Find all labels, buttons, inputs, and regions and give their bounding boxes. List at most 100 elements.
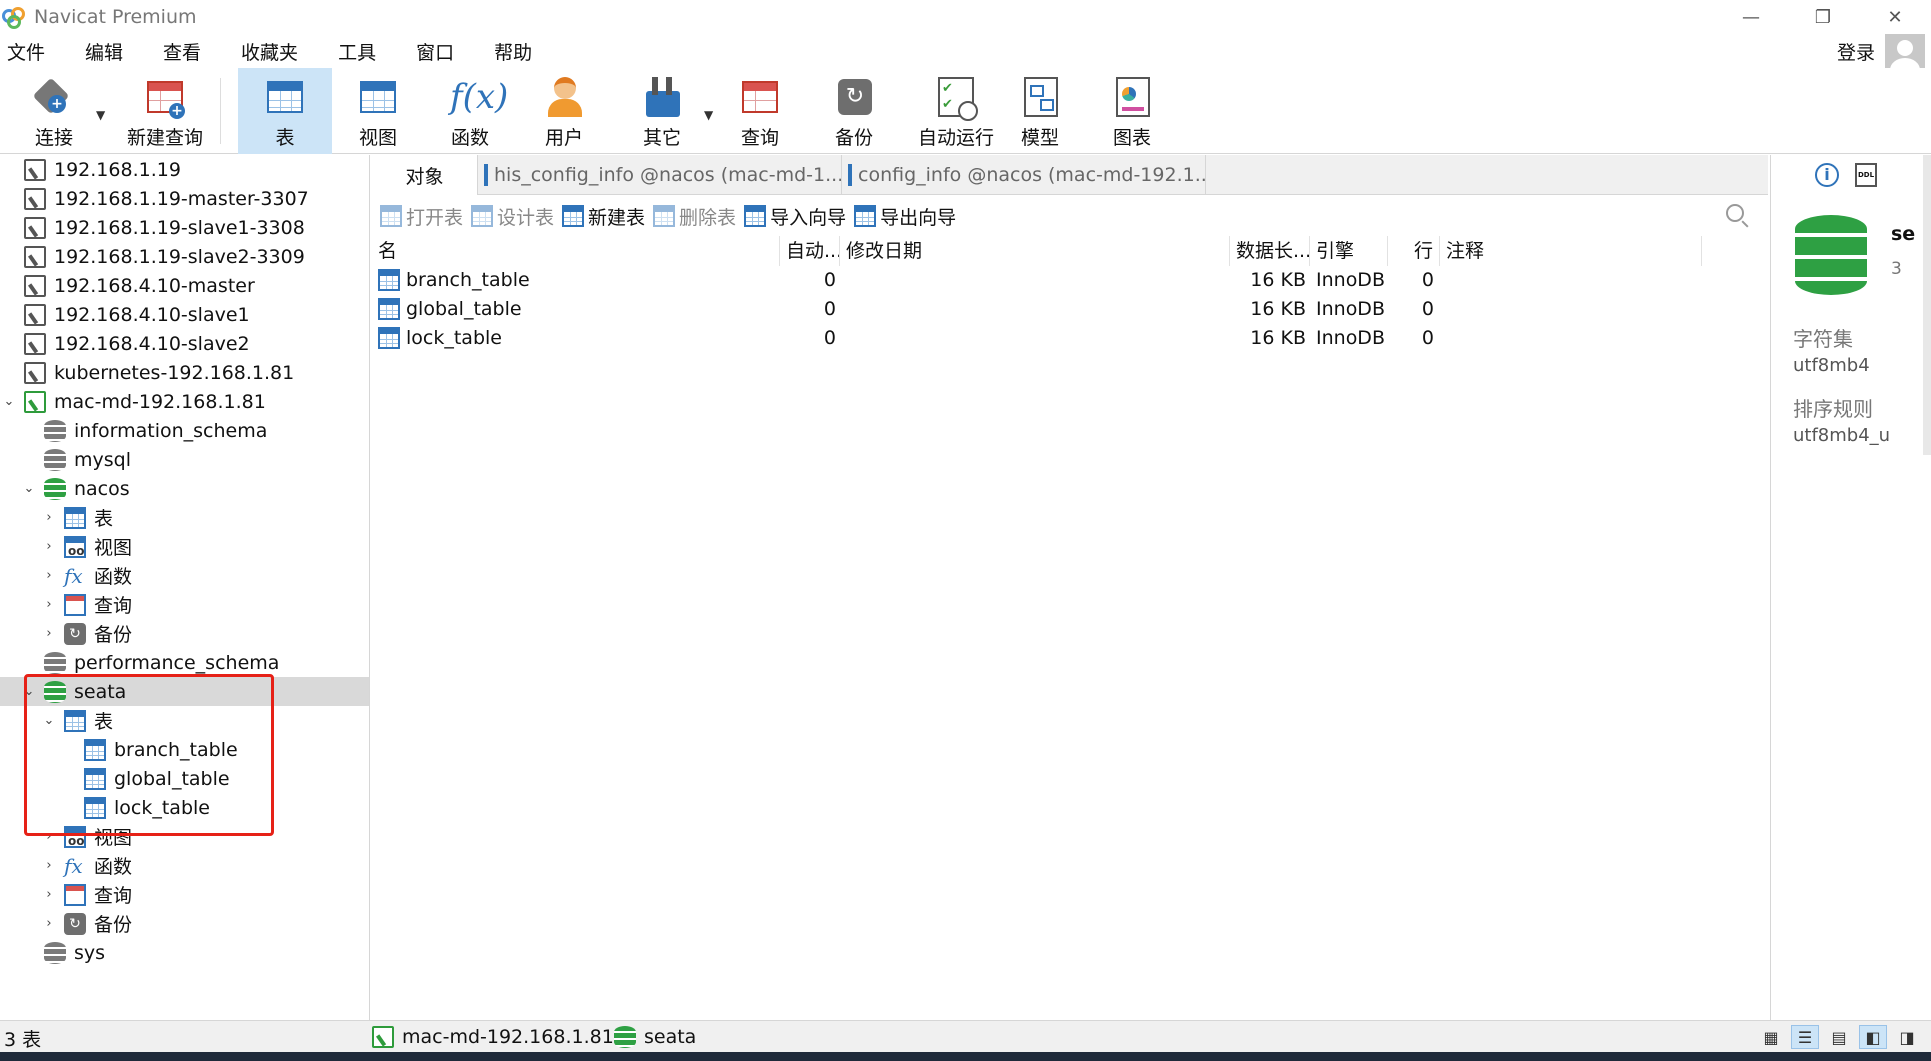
tree-connection[interactable]: 192.168.4.10-slave1 bbox=[0, 300, 369, 329]
user-button[interactable]: 用户 bbox=[526, 68, 602, 154]
open-table-button[interactable]: 打开表 bbox=[380, 203, 463, 230]
database-icon bbox=[44, 448, 66, 471]
model-button[interactable]: 模型 bbox=[1002, 68, 1078, 154]
tree-node-views[interactable]: › 视图 bbox=[0, 532, 369, 561]
query-button[interactable]: 查询 bbox=[722, 68, 798, 154]
tree-node-backups[interactable]: › 备份 bbox=[0, 619, 369, 648]
export-icon bbox=[854, 205, 877, 227]
chevron-right-icon[interactable]: › bbox=[42, 539, 56, 554]
table-row[interactable]: branch_table 0 16 KB InnoDB 0 bbox=[372, 266, 1768, 295]
tree-node-backups[interactable]: › 备份 bbox=[0, 909, 369, 938]
database-icon bbox=[44, 419, 66, 442]
connection-icon: + bbox=[32, 75, 74, 119]
menu-help[interactable]: 帮助 bbox=[490, 38, 536, 65]
detail-view-icon[interactable]: ▤ bbox=[1825, 1025, 1853, 1049]
close-icon[interactable]: ✕ bbox=[1859, 0, 1931, 34]
tree-connection[interactable]: 192.168.4.10-master bbox=[0, 271, 369, 300]
new-query-button[interactable]: + 新建查询 bbox=[110, 68, 220, 154]
tree-database[interactable]: sys bbox=[0, 938, 369, 967]
function-button[interactable]: f(x) 函数 bbox=[432, 68, 508, 154]
database-icon bbox=[44, 651, 66, 674]
toggle-right-pane-icon[interactable]: ◨ bbox=[1893, 1025, 1921, 1049]
menu-window[interactable]: 窗口 bbox=[412, 38, 458, 65]
new-table-button[interactable]: 新建表 bbox=[562, 203, 645, 230]
minimize-icon[interactable]: — bbox=[1715, 0, 1787, 34]
table-row[interactable]: global_table 0 16 KB InnoDB 0 bbox=[372, 295, 1768, 324]
tree-node-functions[interactable]: › fx 函数 bbox=[0, 561, 369, 590]
chevron-right-icon[interactable]: › bbox=[42, 916, 56, 931]
search-icon[interactable] bbox=[1726, 204, 1744, 222]
tab-bar: 对象 his_config_info @nacos (mac-md-1... c… bbox=[372, 155, 1768, 195]
menu-favorites[interactable]: 收藏夹 bbox=[237, 38, 302, 65]
column-header-name[interactable]: 名 bbox=[372, 236, 780, 266]
column-header-comment[interactable]: 注释 bbox=[1440, 236, 1702, 266]
connection-icon bbox=[24, 216, 46, 239]
info-icon[interactable]: i bbox=[1815, 163, 1839, 187]
tab-objects[interactable]: 对象 bbox=[372, 155, 478, 195]
tree-node-queries[interactable]: › 查询 bbox=[0, 590, 369, 619]
tree-connection[interactable]: 192.168.1.19-slave2-3309 bbox=[0, 242, 369, 271]
tree-node-functions[interactable]: › fx 函数 bbox=[0, 851, 369, 880]
tree-connection[interactable]: 192.168.1.19-master-3307 bbox=[0, 184, 369, 213]
chevron-right-icon[interactable]: › bbox=[42, 887, 56, 902]
table-row[interactable]: lock_table 0 16 KB InnoDB 0 bbox=[372, 324, 1768, 353]
connection-dropdown-icon[interactable]: ▼ bbox=[96, 108, 105, 122]
import-wizard-button[interactable]: 导入向导 bbox=[744, 203, 846, 230]
column-header-rows[interactable]: 行 bbox=[1388, 236, 1440, 266]
ddl-icon[interactable]: DDL bbox=[1855, 163, 1877, 187]
export-wizard-button[interactable]: 导出向导 bbox=[854, 203, 956, 230]
tree-database-open[interactable]: ⌄ nacos bbox=[0, 474, 369, 503]
chevron-down-icon[interactable]: ⌄ bbox=[22, 481, 36, 496]
menu-tools[interactable]: 工具 bbox=[334, 38, 380, 65]
design-table-button[interactable]: 设计表 bbox=[471, 203, 554, 230]
tab-config-info[interactable]: config_info @nacos (mac-md-192.1... bbox=[842, 155, 1206, 195]
grid-view-icon[interactable]: ▦ bbox=[1757, 1025, 1785, 1049]
auto-run-button[interactable]: 自动运行 bbox=[904, 68, 1008, 154]
tree-node-queries[interactable]: › 查询 bbox=[0, 880, 369, 909]
delete-table-button[interactable]: 删除表 bbox=[653, 203, 736, 230]
tree-connection-open[interactable]: ⌄ mac-md-192.168.1.81 bbox=[0, 387, 369, 416]
column-header-auto-increment[interactable]: 自动... bbox=[780, 236, 840, 266]
column-header-engine[interactable]: 引擎 bbox=[1310, 236, 1388, 266]
others-button[interactable]: 其它 bbox=[624, 68, 700, 154]
tree-database[interactable]: information_schema bbox=[0, 416, 369, 445]
connection-icon bbox=[24, 332, 46, 355]
toggle-left-pane-icon[interactable]: ◧ bbox=[1859, 1025, 1887, 1049]
tree-connection[interactable]: 192.168.1.19 bbox=[0, 155, 369, 184]
menu-edit[interactable]: 编辑 bbox=[81, 38, 127, 65]
tree-node-tables[interactable]: › 表 bbox=[0, 503, 369, 532]
chevron-right-icon[interactable]: › bbox=[42, 568, 56, 583]
new-query-button-label: 新建查询 bbox=[126, 127, 203, 149]
cell-auto-increment: 0 bbox=[823, 298, 836, 320]
tree-connection[interactable]: 192.168.1.19-slave1-3308 bbox=[0, 213, 369, 242]
tree-database[interactable]: mysql bbox=[0, 445, 369, 474]
chevron-right-icon[interactable]: › bbox=[42, 858, 56, 873]
tab-his-config-info[interactable]: his_config_info @nacos (mac-md-1... bbox=[478, 155, 842, 195]
user-button-label: 用户 bbox=[544, 127, 583, 149]
info-scrollbar[interactable] bbox=[1923, 155, 1931, 455]
menu-view[interactable]: 查看 bbox=[159, 38, 205, 65]
maximize-icon[interactable]: ❐ bbox=[1787, 0, 1859, 34]
tree-connection[interactable]: 192.168.4.10-slave2 bbox=[0, 329, 369, 358]
column-header-data-length[interactable]: 数据长... bbox=[1230, 236, 1310, 266]
chevron-right-icon[interactable]: › bbox=[42, 510, 56, 525]
backup-button[interactable]: 备份 bbox=[816, 68, 892, 154]
column-header-modified-date[interactable]: 修改日期 bbox=[840, 236, 1230, 266]
chevron-down-icon[interactable]: ⌄ bbox=[2, 394, 16, 409]
view-button[interactable]: 视图 bbox=[340, 68, 416, 154]
status-database: seata bbox=[614, 1023, 696, 1051]
chevron-right-icon[interactable]: › bbox=[42, 597, 56, 612]
tree-node-label: 备份 bbox=[94, 624, 133, 646]
login-link[interactable]: 登录 bbox=[1837, 38, 1875, 65]
list-view-icon[interactable]: ☰ bbox=[1791, 1025, 1819, 1049]
connection-button[interactable]: + 连接 bbox=[14, 68, 94, 154]
open-table-icon bbox=[380, 205, 402, 227]
table-button[interactable]: 表 bbox=[238, 68, 332, 154]
tree-database[interactable]: performance_schema bbox=[0, 648, 369, 677]
tree-connection[interactable]: kubernetes-192.168.1.81 bbox=[0, 358, 369, 387]
chart-button[interactable]: 图表 bbox=[1094, 68, 1170, 154]
cell-engine: InnoDB bbox=[1316, 269, 1385, 291]
menu-file[interactable]: 文件 bbox=[3, 38, 49, 65]
others-dropdown-icon[interactable]: ▼ bbox=[704, 108, 713, 122]
chevron-right-icon[interactable]: › bbox=[42, 626, 56, 641]
